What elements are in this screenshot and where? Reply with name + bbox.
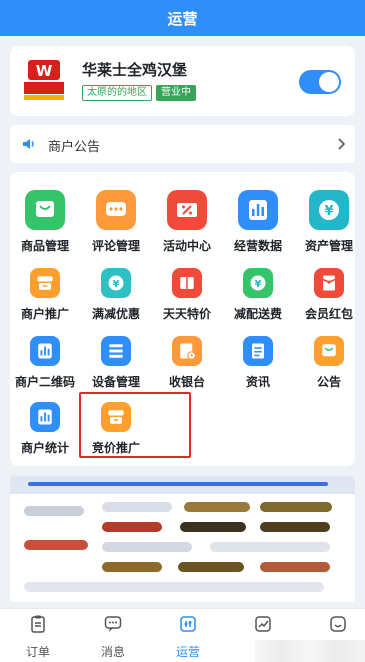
banner-row — [260, 522, 330, 532]
tile-label: 减配送费 — [233, 307, 282, 321]
store-card[interactable]: W 华莱士全鸡汉堡 太原的的地区 营业中 — [10, 46, 355, 116]
tile-label: 商户推广 — [20, 307, 69, 321]
red-envelope-icon — [314, 268, 344, 298]
tile-label: 公告 — [316, 375, 341, 389]
banner-row — [102, 522, 162, 532]
tile-10[interactable]: 会员红包 — [294, 258, 364, 326]
tile-label: 经营数据 — [233, 239, 282, 253]
document-icon — [243, 336, 273, 366]
store-icon — [30, 268, 60, 298]
yen-icon: ¥ — [243, 268, 273, 298]
nav-label: 消息 — [100, 645, 125, 659]
speaker-icon — [23, 139, 34, 149]
store-logo: W — [22, 58, 66, 102]
store-name: 华莱士全鸡汉堡 — [82, 61, 188, 79]
trend-icon — [253, 614, 273, 638]
nav-label: 运营 — [175, 645, 200, 659]
tile-label: 收银台 — [168, 375, 205, 389]
top-bar: 运营 — [0, 0, 365, 36]
banner-row — [102, 542, 192, 552]
tile-label: 商户统计 — [20, 441, 69, 455]
operations-icon — [178, 614, 198, 638]
banner-row — [102, 502, 172, 512]
nav-item-3[interactable]: 运营 — [158, 614, 218, 660]
area-tag: 太原的的地区 — [82, 85, 152, 101]
notice-label: 商户公告 — [48, 140, 101, 155]
bar-chart-icon — [238, 190, 278, 230]
svg-text:¥: ¥ — [255, 279, 262, 290]
tile-4[interactable]: 经营数据 — [223, 184, 293, 253]
tile-14[interactable]: 资讯 — [223, 326, 293, 394]
store-logo-graphic: W — [22, 58, 66, 102]
tile-label: 商品管理 — [20, 239, 69, 253]
promo-banner[interactable] — [10, 476, 355, 602]
tile-7[interactable]: ¥ 满减优惠 — [81, 258, 151, 326]
page-title: 运营 — [167, 9, 198, 28]
banner-row — [180, 522, 246, 532]
banner-row — [24, 506, 84, 516]
tile-6[interactable]: 商户推广 — [10, 258, 80, 326]
banner-row — [260, 502, 332, 512]
chevron-right-icon — [338, 138, 346, 150]
banner-row — [178, 562, 244, 572]
nav-item-1[interactable]: 订单 — [8, 614, 68, 660]
coupon-icon — [167, 190, 207, 230]
bar-chart-icon — [30, 402, 60, 432]
tile-label: 天天特价 — [162, 307, 211, 321]
tile-label: 资讯 — [245, 375, 270, 389]
tile-label: 满减优惠 — [91, 307, 140, 321]
yen-icon: ¥ — [309, 190, 349, 230]
tile-13[interactable]: 收银台 — [152, 326, 222, 394]
banner-row — [260, 562, 330, 572]
tile-12[interactable]: 设备管理 — [81, 326, 151, 394]
bag-icon — [25, 190, 65, 230]
tile-3[interactable]: 活动中心 — [152, 184, 222, 253]
tile-1[interactable]: 商品管理 — [10, 184, 80, 253]
tile-5[interactable]: ¥ 资产管理 — [294, 184, 364, 253]
banner-row — [24, 582, 324, 592]
clock-doc-icon — [172, 336, 202, 366]
tile-label: 会员红包 — [304, 307, 353, 321]
banner-row — [102, 562, 162, 572]
tile-label: 设备管理 — [91, 375, 140, 389]
yen-icon: ¥ — [101, 268, 131, 298]
tile-11[interactable]: 商户二维码 — [10, 326, 80, 394]
tile-label: 评论管理 — [91, 239, 140, 253]
blurred-overlay — [255, 640, 365, 662]
tile-label: 活动中心 — [162, 239, 211, 253]
tile-label: 资产管理 — [304, 239, 353, 253]
tile-16[interactable]: 商户统计 — [10, 392, 80, 460]
banner-header-strip — [28, 482, 328, 486]
tile-2[interactable]: 评论管理 — [81, 184, 151, 253]
bag-icon — [314, 336, 344, 366]
chat-icon — [103, 614, 123, 638]
banner-row — [210, 542, 330, 552]
toggle-knob — [319, 72, 339, 92]
tile-9[interactable]: ¥ 减配送费 — [223, 258, 293, 326]
ticket-icon — [172, 268, 202, 298]
banner-row — [24, 540, 88, 550]
comment-icon — [96, 190, 136, 230]
nav-item-2[interactable]: 消息 — [83, 614, 143, 660]
status-badge: 营业中 — [156, 85, 196, 101]
store-tags: 太原的的地区 营业中 — [82, 85, 196, 101]
svg-text:¥: ¥ — [113, 279, 120, 290]
tile-15[interactable]: 公告 — [294, 326, 364, 394]
banner-row — [184, 502, 250, 512]
svg-text:¥: ¥ — [324, 204, 333, 219]
merchant-notice-bar[interactable]: 商户公告 — [10, 125, 355, 163]
list-icon — [101, 336, 131, 366]
clipboard-icon — [28, 614, 48, 638]
business-toggle[interactable] — [299, 70, 341, 94]
bar-chart-icon — [30, 336, 60, 366]
tile-8[interactable]: 天天特价 — [152, 258, 222, 326]
nav-label: 订单 — [25, 645, 50, 659]
tile-label: 商户二维码 — [14, 375, 75, 389]
smile-icon — [328, 614, 348, 638]
svg-text:W: W — [36, 62, 53, 80]
highlight-box — [79, 392, 191, 458]
